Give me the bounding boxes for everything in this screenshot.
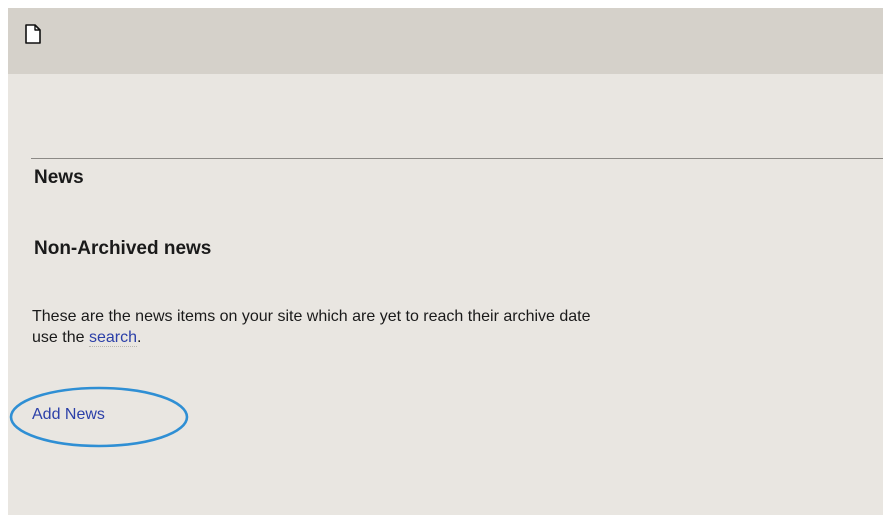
add-news-link[interactable]: Add News bbox=[32, 406, 105, 424]
page-frame: News Non-Archived news These are the new… bbox=[8, 8, 883, 515]
page-icon[interactable] bbox=[25, 24, 41, 44]
intro-text-line1: These are the news items on your site wh… bbox=[32, 308, 591, 325]
subsection-title: Non-Archived news bbox=[34, 238, 212, 259]
intro-text: These are the news items on your site wh… bbox=[32, 306, 883, 348]
intro-text-suffix: . bbox=[136, 329, 142, 346]
section-title: News bbox=[34, 167, 84, 188]
intro-text-line2-prefix: use the bbox=[32, 329, 89, 346]
section-divider bbox=[31, 158, 883, 159]
toolbar bbox=[8, 8, 883, 74]
search-link[interactable]: search bbox=[88, 329, 137, 347]
